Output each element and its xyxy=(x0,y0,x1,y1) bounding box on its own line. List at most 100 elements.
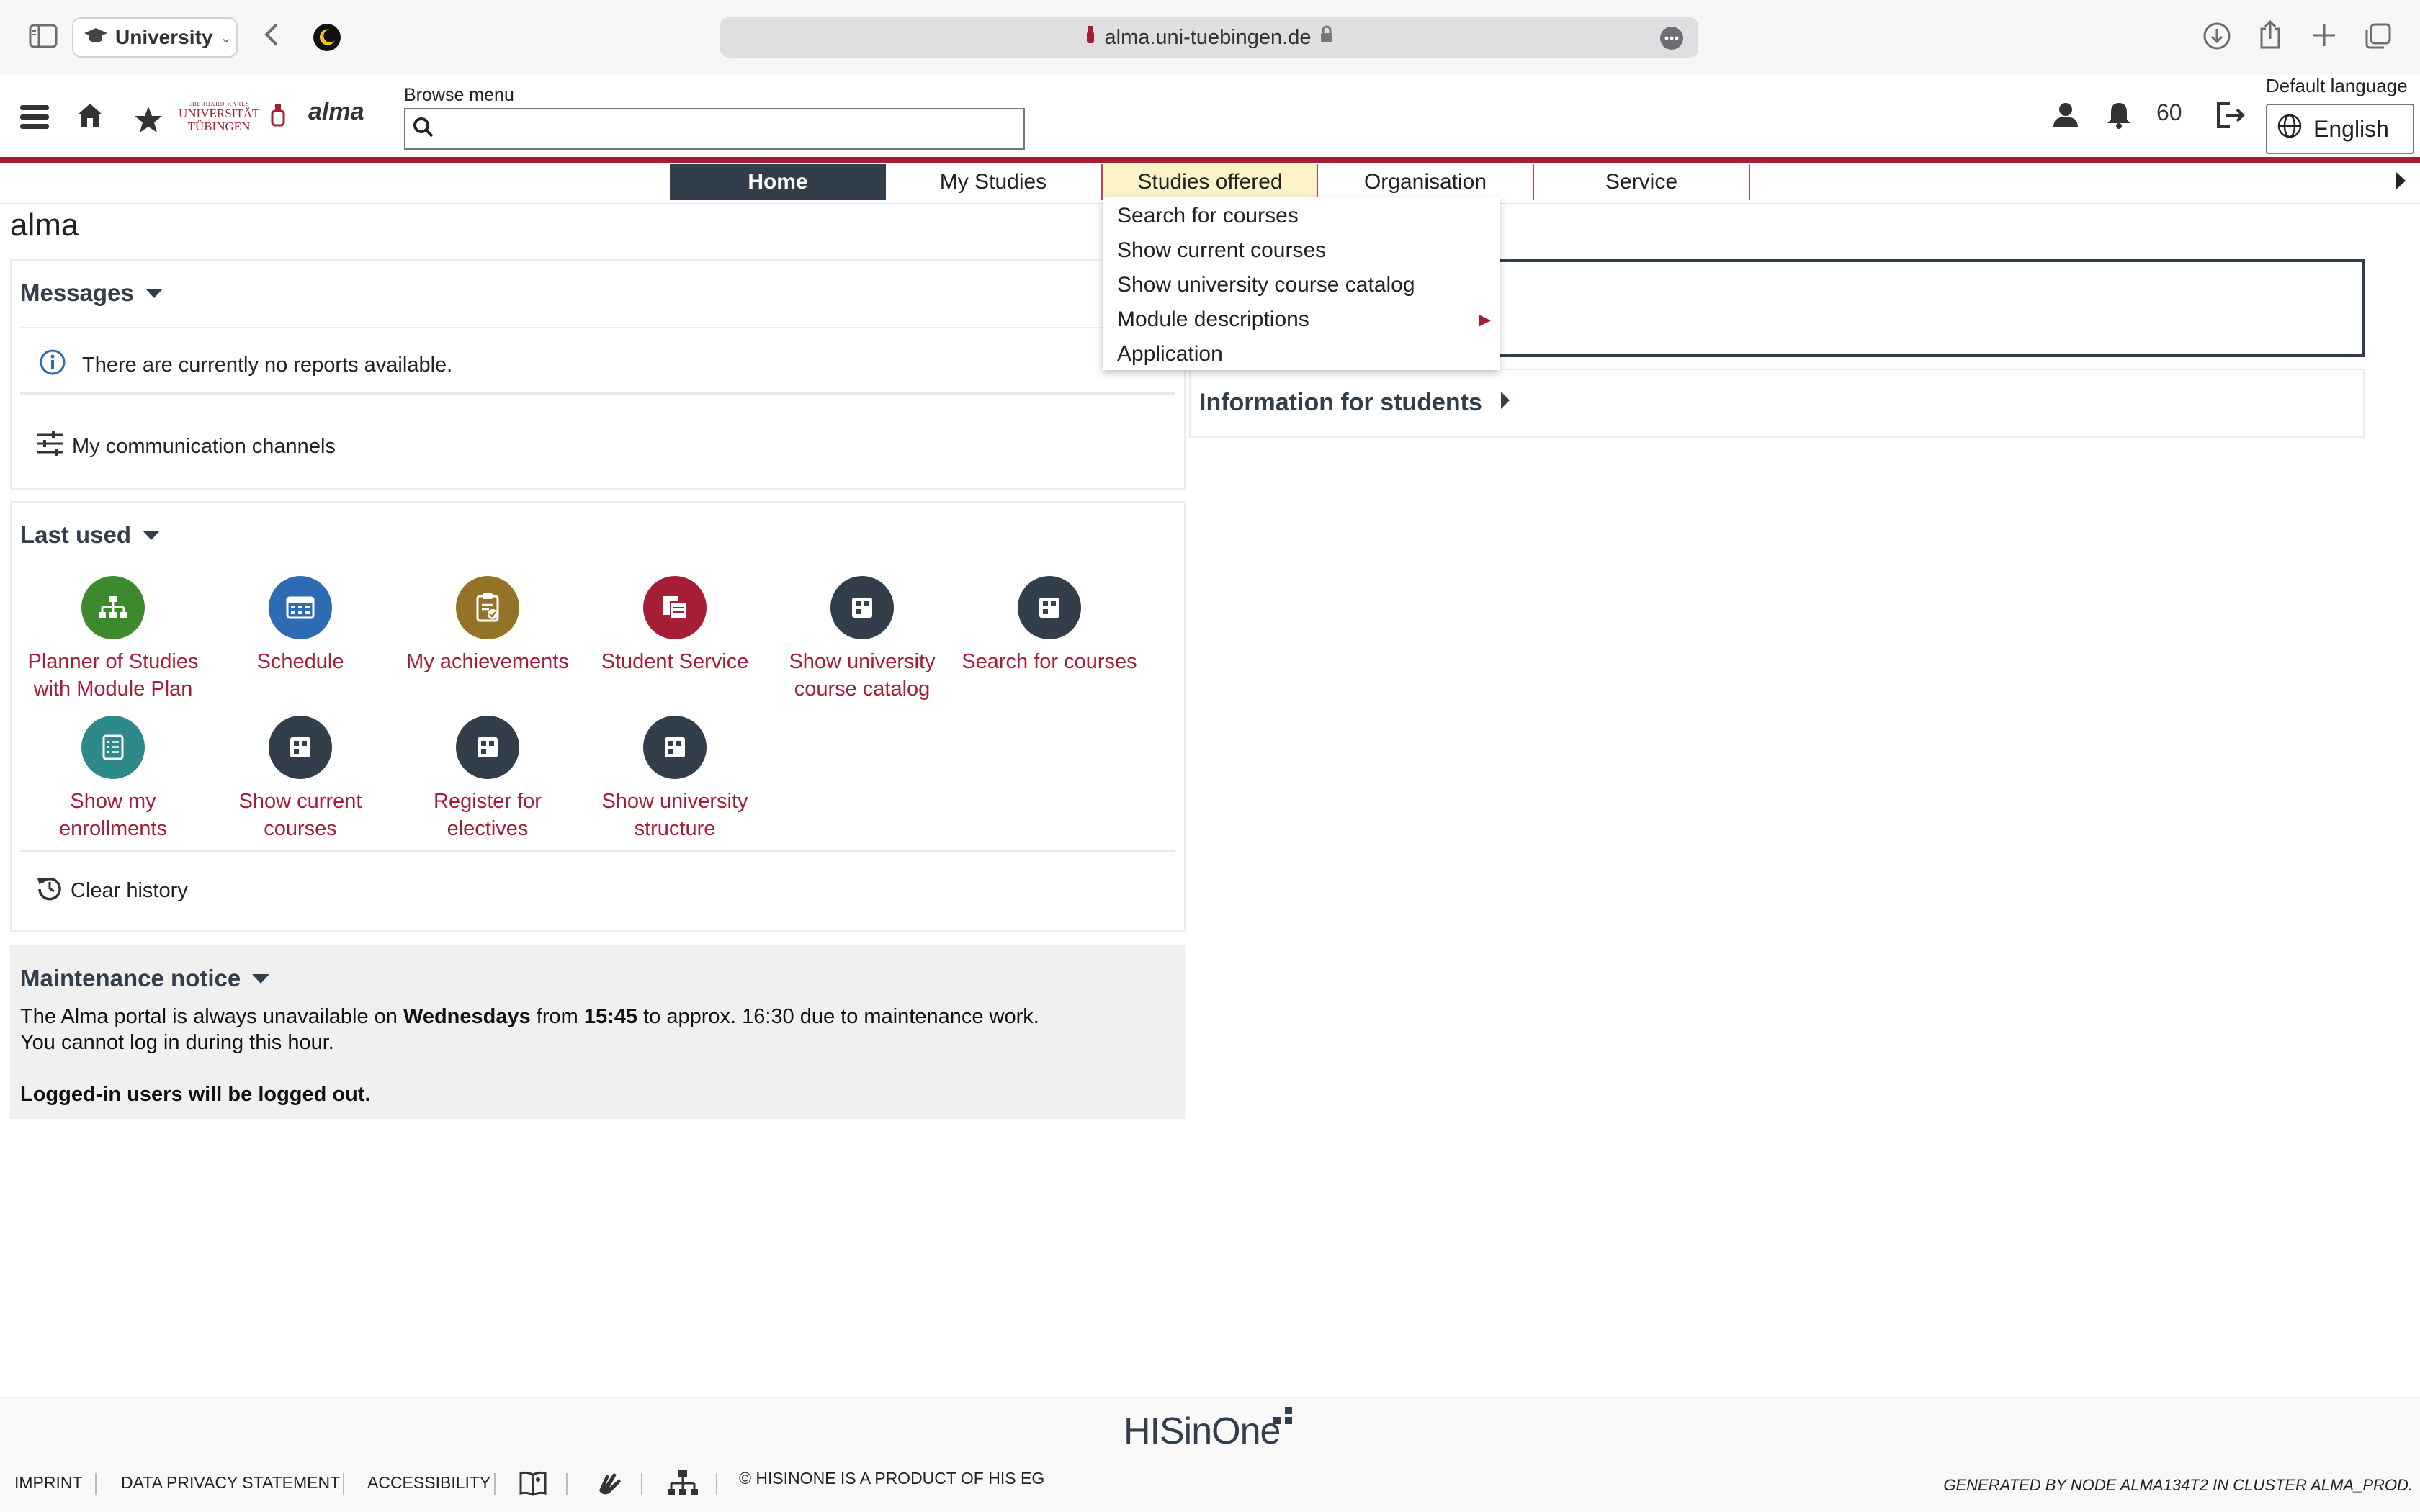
copyright-text: © HISINONE IS A PRODUCT OF HIS EG xyxy=(739,1469,1045,1488)
maintenance-line-2: You cannot log in during this hour. xyxy=(20,1031,334,1054)
url-text: alma.uni-tuebingen.de xyxy=(1104,25,1312,49)
menu-item-course-catalog[interactable]: Show university course catalog xyxy=(1103,268,1500,302)
tab-home[interactable]: Home xyxy=(670,164,886,200)
tile-label: Show university structure xyxy=(601,790,748,840)
last-used-tile-show-university-course-catalog[interactable]: Show university course catalog xyxy=(768,576,956,703)
home-icon[interactable] xyxy=(76,102,104,132)
chevron-down-icon: ⌄ xyxy=(220,30,233,46)
page-options-icon[interactable] xyxy=(1659,26,1684,56)
menu-item-module-descriptions[interactable]: Module descriptions ▶ xyxy=(1103,302,1500,337)
tab-my-studies[interactable]: My Studies xyxy=(886,164,1102,200)
divider xyxy=(20,392,1175,395)
footer-separator xyxy=(716,1473,717,1495)
browser-toolbar: University ⌄ alma.uni-tuebingen.de xyxy=(0,0,2420,75)
history-icon xyxy=(36,874,63,907)
tile-label: Student Service xyxy=(601,650,749,673)
alma-logo[interactable]: alma xyxy=(308,98,364,126)
notification-bell-icon[interactable] xyxy=(2106,101,2132,133)
info-circle-icon xyxy=(39,348,66,382)
logout-icon[interactable] xyxy=(2215,101,2247,133)
user-profile-icon[interactable] xyxy=(2051,102,2080,132)
communication-channels-link[interactable]: My communication channels xyxy=(36,431,336,462)
calendar-grid-icon xyxy=(269,576,332,639)
module-icon xyxy=(456,716,519,779)
menu-item-search-courses[interactable]: Search for courses xyxy=(1103,199,1500,233)
back-arrow-icon[interactable] xyxy=(262,19,281,55)
notification-count[interactable]: 60 xyxy=(2156,99,2182,126)
share-icon[interactable] xyxy=(2257,19,2283,55)
dark-mode-extension-icon[interactable] xyxy=(313,23,341,57)
tile-label: Search for courses xyxy=(962,650,1137,673)
easy-language-icon[interactable] xyxy=(519,1469,547,1501)
documents-icon xyxy=(643,576,707,639)
tile-label: Register for electives xyxy=(434,790,542,840)
favorites-star-icon[interactable] xyxy=(134,105,163,138)
maintenance-line-3: Logged-in users will be logged out. xyxy=(20,1083,371,1106)
page-title: alma xyxy=(10,207,79,243)
address-bar[interactable]: alma.uni-tuebingen.de xyxy=(720,17,1698,58)
tab-group-button[interactable]: University ⌄ xyxy=(72,17,238,58)
last-used-tile-show-current-courses[interactable]: Show current courses xyxy=(207,716,394,842)
hamburger-menu-icon[interactable] xyxy=(20,102,49,135)
footer-separator xyxy=(641,1473,642,1495)
maintenance-heading[interactable]: Maintenance notice xyxy=(20,965,270,992)
sitemap-icon[interactable] xyxy=(667,1469,699,1501)
menu-item-application[interactable]: Application xyxy=(1103,337,1500,372)
last-used-tile-register-for-electives[interactable]: Register for electives xyxy=(394,716,581,842)
tab-group-label: University xyxy=(115,26,213,48)
university-logo[interactable]: EBERHARD KARLS UNIVERSITÄT TÜBINGEN xyxy=(179,101,259,133)
footer-separator xyxy=(95,1473,97,1495)
no-reports-message: There are currently no reports available… xyxy=(39,348,452,382)
module-icon xyxy=(1018,576,1081,639)
last-used-tile-show-university-structure[interactable]: Show university structure xyxy=(581,716,768,842)
menu-item-show-current-courses[interactable]: Show current courses xyxy=(1103,233,1500,268)
privacy-link[interactable]: DATA PRIVACY STATEMENT xyxy=(121,1473,340,1493)
last-used-tile-show-my-enrollments[interactable]: Show my enrollments xyxy=(19,716,207,842)
last-used-tile-my-achievements[interactable]: My achievements xyxy=(394,576,581,675)
sidebar-toggle-icon[interactable] xyxy=(29,23,58,54)
information-for-students-panel[interactable]: Information for students xyxy=(1189,369,2365,438)
list-document-icon xyxy=(81,716,145,779)
tab-overview-icon[interactable] xyxy=(2364,22,2393,55)
information-for-students-heading: Information for students xyxy=(1199,389,1482,416)
tab-studies-offered[interactable]: Studies offered xyxy=(1102,164,1318,200)
collapse-caret-icon xyxy=(252,973,270,984)
messages-heading[interactable]: Messages xyxy=(20,279,163,307)
footer-separator xyxy=(566,1473,568,1495)
browse-menu-label: Browse menu xyxy=(404,85,514,105)
collapse-caret-icon xyxy=(143,530,161,540)
submenu-arrow-icon: ▶ xyxy=(1479,310,1491,328)
nav-scroll-right-icon[interactable] xyxy=(2394,170,2407,195)
footer-separator xyxy=(494,1473,496,1495)
module-icon xyxy=(830,576,894,639)
last-used-heading[interactable]: Last used xyxy=(20,521,161,549)
sliders-icon xyxy=(36,431,65,462)
module-icon xyxy=(269,716,332,779)
download-icon[interactable] xyxy=(2202,22,2231,55)
sign-language-icon[interactable] xyxy=(595,1469,624,1501)
imprint-link[interactable]: IMPRINT xyxy=(14,1473,83,1493)
tab-organisation[interactable]: Organisation xyxy=(1318,164,1534,200)
language-selector[interactable]: English xyxy=(2266,104,2414,154)
lock-icon xyxy=(1319,25,1334,50)
browse-menu-input[interactable] xyxy=(404,108,1025,150)
last-used-tile-search-for-courses[interactable]: Search for courses xyxy=(956,576,1143,675)
new-tab-icon[interactable] xyxy=(2311,22,2338,54)
last-used-tile-planner-of-studies-with-module-plan[interactable]: Planner of Studies with Module Plan xyxy=(19,576,207,703)
tile-label: My achievements xyxy=(406,650,569,673)
globe-icon xyxy=(2277,114,2302,144)
footer-separator xyxy=(343,1473,344,1495)
tile-label: Show current courses xyxy=(238,790,362,840)
generated-by-text: GENERATED BY NODE ALMA134T2 IN CLUSTER A… xyxy=(1943,1476,2413,1494)
tile-label: Planner of Studies with Module Plan xyxy=(27,650,199,701)
clear-history-link[interactable]: Clear history xyxy=(36,874,188,907)
last-used-tile-schedule[interactable]: Schedule xyxy=(207,576,394,675)
accessibility-link[interactable]: ACCESSIBILITY xyxy=(367,1473,490,1493)
search-icon xyxy=(413,117,434,144)
hisinone-logo: HISinOne xyxy=(1124,1407,1292,1453)
tab-service[interactable]: Service xyxy=(1534,164,1750,200)
last-used-tile-student-service[interactable]: Student Service xyxy=(581,576,768,675)
studies-offered-dropdown: Search for courses Show current courses … xyxy=(1103,197,1500,370)
header-accent-line xyxy=(0,157,2420,163)
collapse-caret-icon xyxy=(145,288,163,298)
